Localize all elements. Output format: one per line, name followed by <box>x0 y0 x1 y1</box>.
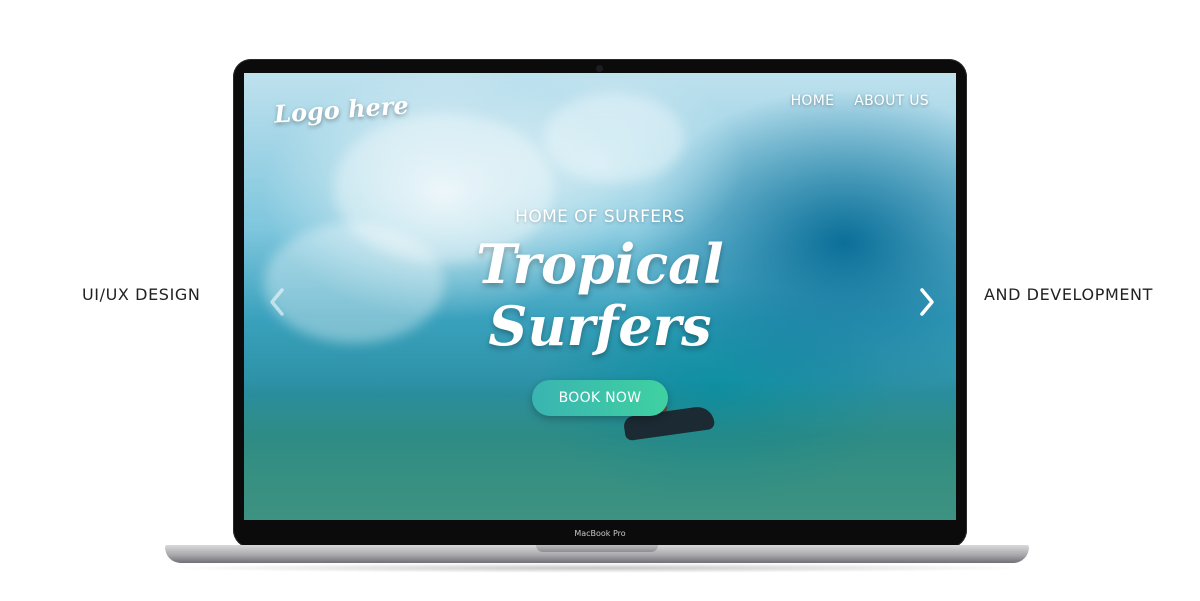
laptop-base-notch <box>536 545 658 552</box>
hero-kicker: HOME OF SURFERS <box>515 207 685 227</box>
chevron-left-icon[interactable] <box>268 287 286 317</box>
laptop-base <box>165 545 1029 563</box>
main-nav: HOME ABOUT US <box>791 93 929 109</box>
nav-about-link[interactable]: ABOUT US <box>854 93 929 109</box>
hero-title: Tropical Surfers <box>244 233 956 357</box>
right-caption: AND DEVELOPMENT <box>983 285 1153 304</box>
device-brand-label: MacBook Pro <box>574 529 626 538</box>
book-now-button[interactable]: BOOK NOW <box>532 380 668 416</box>
left-caption: UI/UX DESIGN <box>82 285 201 304</box>
laptop-lid: Logo here HOME ABOUT US HOME OF SURFERS … <box>233 59 967 548</box>
laptop-shadow <box>160 563 1034 573</box>
chevron-right-icon[interactable] <box>918 287 936 317</box>
camera-icon <box>596 65 603 72</box>
hero-title-line-1: Tropical <box>476 232 724 296</box>
nav-home-link[interactable]: HOME <box>791 93 835 109</box>
wave-foam <box>544 93 684 183</box>
hero-title-line-2: Surfers <box>488 294 712 358</box>
website-screen: Logo here HOME ABOUT US HOME OF SURFERS … <box>244 73 956 520</box>
